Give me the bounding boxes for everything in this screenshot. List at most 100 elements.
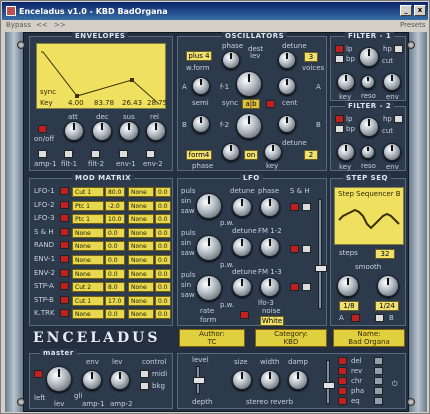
fx-eq-switch[interactable] <box>338 397 347 405</box>
f1-lp-switch[interactable] <box>335 45 344 53</box>
lfo1-rate-knob[interactable] <box>196 193 222 219</box>
fx-size-knob[interactable] <box>232 370 252 390</box>
noise-type-display[interactable]: White <box>260 316 284 326</box>
att-knob[interactable] <box>64 121 84 141</box>
bkg-switch[interactable] <box>140 382 149 390</box>
sync-label[interactable]: sync <box>40 88 56 96</box>
step-a-switch[interactable] <box>351 314 360 322</box>
env-select-env2[interactable] <box>146 150 155 158</box>
mod-dest-1[interactable]: None <box>72 255 104 265</box>
osc-b-level-knob[interactable] <box>236 113 262 139</box>
key-label[interactable]: Key <box>40 99 53 107</box>
osc-on-button[interactable]: on <box>244 150 258 160</box>
lfo2-detune-knob[interactable] <box>232 237 252 257</box>
osc-a-voices-display[interactable]: 3 <box>304 52 318 62</box>
mod-source-switch[interactable] <box>60 187 69 195</box>
mod-dest-1[interactable]: None <box>72 309 104 320</box>
rel-knob[interactable] <box>146 121 166 141</box>
mod-amount-1[interactable]: 17.0 <box>105 295 125 306</box>
bypass-button[interactable]: Bypass <box>6 21 31 29</box>
f1-env-knob[interactable] <box>383 73 401 91</box>
mod-dest-1[interactable]: Ptc 1 <box>72 214 104 225</box>
fx-rev-switch[interactable] <box>338 367 347 375</box>
mod-amount-2[interactable]: 0.0 <box>155 241 171 252</box>
close-button[interactable]: x <box>414 5 426 16</box>
mod-source-switch[interactable] <box>60 241 69 250</box>
mod-amount-1[interactable]: 0.0 <box>105 241 125 252</box>
env-select-amp1[interactable] <box>38 150 47 158</box>
osc-ab-toggle[interactable] <box>266 100 275 108</box>
osc-b-semi-knob[interactable] <box>192 115 210 133</box>
mod-dest-1[interactable]: Cut 2 <box>72 282 104 293</box>
lfo3-toggle[interactable] <box>240 311 249 319</box>
mod-dest-2[interactable]: None <box>128 268 154 279</box>
fx-eq-select[interactable] <box>374 397 383 405</box>
mod-source-switch[interactable] <box>60 282 69 291</box>
mod-amount-2[interactable]: 0.0 <box>155 309 171 320</box>
mod-dest-2[interactable]: None <box>128 295 154 306</box>
sh-switch-6[interactable] <box>302 283 311 291</box>
sh-switch-3[interactable] <box>290 245 299 253</box>
f1-hp-switch[interactable] <box>394 45 403 53</box>
mod-dest-1[interactable]: Ptc 1 <box>72 200 104 211</box>
minimize-button[interactable]: _ <box>400 5 412 16</box>
step-seq-display[interactable]: Step Sequencer B <box>334 187 404 245</box>
mod-amount-2[interactable]: 0.0 <box>155 282 171 293</box>
amp1-knob[interactable] <box>82 370 102 390</box>
f1-reso-knob[interactable] <box>361 75 375 89</box>
f1-key-knob[interactable] <box>337 73 355 91</box>
mod-source-switch[interactable] <box>60 227 69 236</box>
next-preset-button[interactable]: >> <box>54 21 66 29</box>
mod-source-switch[interactable] <box>60 309 69 318</box>
osc-b-cent-knob[interactable] <box>278 115 296 133</box>
fx-del-switch[interactable] <box>338 357 347 365</box>
fx-rev-select[interactable] <box>374 367 383 375</box>
sh-switch-1[interactable] <box>290 203 299 211</box>
mod-dest-2[interactable]: None <box>128 255 154 265</box>
mod-amount-1[interactable]: 10.0 <box>105 214 125 225</box>
step-a-rate-display[interactable]: 1/8 <box>339 301 359 311</box>
env-select-filt1[interactable] <box>64 150 73 158</box>
lfo3-fm-knob[interactable] <box>260 277 280 297</box>
master-level-knob[interactable] <box>46 366 72 392</box>
fx-level-fader[interactable] <box>193 366 205 394</box>
mod-amount-2[interactable]: 0.0 <box>155 255 171 265</box>
fx-pha-switch[interactable] <box>338 387 347 395</box>
osc-a-semi-knob[interactable] <box>192 77 210 95</box>
master-left-switch[interactable] <box>34 370 43 378</box>
mod-amount-2[interactable]: 0.0 <box>155 268 171 279</box>
mod-amount-1[interactable]: 8.0 <box>105 282 125 293</box>
mod-amount-2[interactable]: 0.0 <box>155 200 171 211</box>
mod-amount-1[interactable]: 0.0 <box>105 227 125 238</box>
mod-dest-2[interactable]: None <box>128 187 154 197</box>
mod-dest-2[interactable]: None <box>128 200 154 211</box>
mod-dest-1[interactable]: None <box>72 227 104 238</box>
lfo2-fm-knob[interactable] <box>260 237 280 257</box>
mod-dest-2[interactable]: None <box>128 309 154 320</box>
lfo1-detune-knob[interactable] <box>232 197 252 217</box>
mod-source-switch[interactable] <box>60 295 69 304</box>
mod-amount-1[interactable]: 0.0 <box>105 309 125 320</box>
osc-b-voices-display[interactable]: 2 <box>304 150 318 160</box>
sh-switch-2[interactable] <box>302 203 311 211</box>
f2-hp-switch[interactable] <box>394 115 403 123</box>
osc-a-detune-knob[interactable] <box>278 51 296 69</box>
amp2-knob[interactable] <box>110 370 130 390</box>
lfo3-detune-knob[interactable] <box>232 277 252 297</box>
osc-a-wave-display[interactable]: plus 4 <box>186 51 212 61</box>
sh-switch-4[interactable] <box>302 245 311 253</box>
mod-source-switch[interactable] <box>60 214 69 223</box>
mod-amount-1[interactable]: 0.0 <box>105 268 125 279</box>
lfo2-rate-knob[interactable] <box>196 235 222 261</box>
osc-ab-switch[interactable]: a|b <box>242 99 260 109</box>
mod-dest-2[interactable]: None <box>128 214 154 225</box>
mod-dest-2[interactable]: None <box>128 282 154 293</box>
mod-dest-1[interactable]: Cut 1 <box>72 295 104 306</box>
mod-source-switch[interactable] <box>60 200 69 209</box>
steps-display[interactable]: 32 <box>375 249 395 259</box>
f2-lp-switch[interactable] <box>335 115 344 123</box>
osc-key-knob[interactable] <box>264 143 282 161</box>
mod-dest-2[interactable]: None <box>128 227 154 238</box>
sus-knob[interactable] <box>119 121 139 141</box>
f2-cut-knob[interactable] <box>359 117 379 137</box>
